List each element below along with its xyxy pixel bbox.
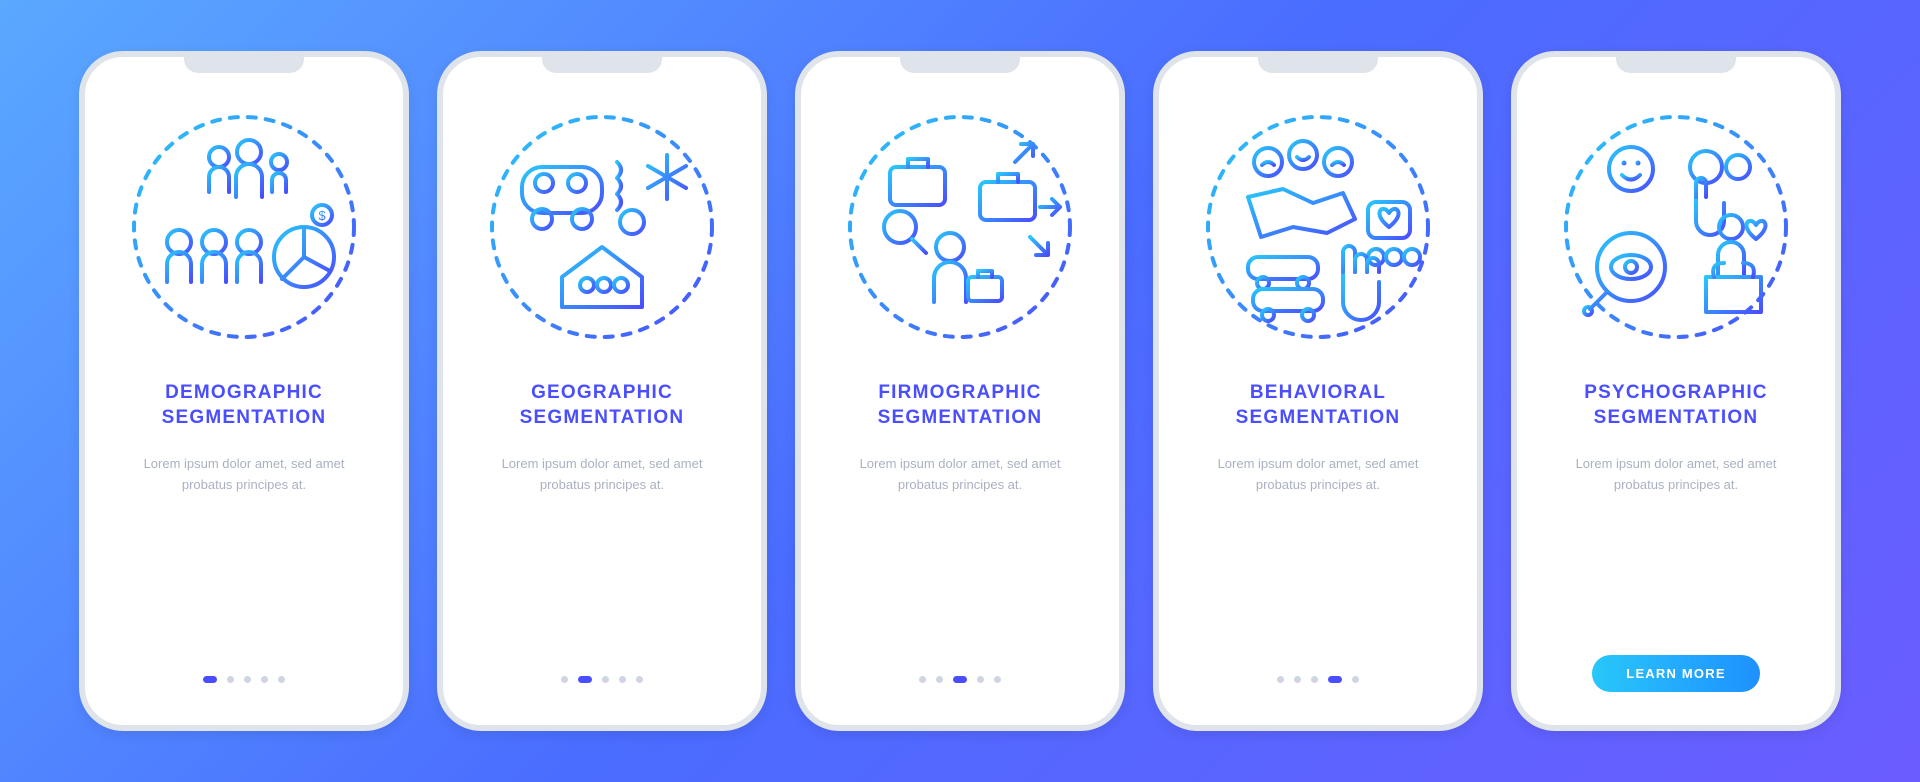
pagination-dot[interactable] [602, 676, 609, 683]
phone-notch [900, 51, 1020, 73]
learn-more-button[interactable]: LEARN MORE [1592, 655, 1759, 692]
pagination-dots [203, 676, 285, 683]
pagination-dot[interactable] [278, 676, 285, 683]
pagination-dot[interactable] [977, 676, 984, 683]
onboarding-screen: PSYCHOGRAPHIC SEGMENTATION Lorem ipsum do… [1511, 51, 1841, 731]
pagination-dots [919, 676, 1001, 683]
screen-description: Lorem ipsum dolor amet, sed amet probatu… [487, 454, 717, 496]
onboarding-screen: $ DEMOGRAPHIC SEGMENTATION Lorem ipsum do… [79, 51, 409, 731]
behavioral-icon [1198, 107, 1438, 347]
pagination-dot[interactable] [636, 676, 643, 683]
pagination-dot[interactable] [619, 676, 626, 683]
pagination-dot[interactable] [1352, 676, 1359, 683]
screen-description: Lorem ipsum dolor amet, sed amet probatu… [129, 454, 359, 496]
demographic-icon: $ [124, 107, 364, 347]
phone-notch [1616, 51, 1736, 73]
pagination-dot[interactable] [1294, 676, 1301, 683]
pagination-dots [1277, 676, 1359, 683]
phone-notch [1258, 51, 1378, 73]
geographic-icon [482, 107, 722, 347]
pagination-dot-active[interactable] [953, 676, 967, 683]
screen-title: FIRMOGRAPHIC SEGMENTATION [878, 381, 1043, 430]
screen-title: DEMOGRAPHIC SEGMENTATION [162, 381, 327, 430]
pagination-dot[interactable] [1311, 676, 1318, 683]
pagination-dot[interactable] [936, 676, 943, 683]
pagination-dot[interactable] [994, 676, 1001, 683]
phone-notch [184, 51, 304, 73]
screen-description: Lorem ipsum dolor amet, sed amet probatu… [1561, 454, 1791, 496]
firmographic-icon [840, 107, 1080, 347]
pagination-dot-active[interactable] [1328, 676, 1342, 683]
pagination-dot[interactable] [244, 676, 251, 683]
pagination-dot[interactable] [561, 676, 568, 683]
pagination-dots [561, 676, 643, 683]
pagination-dot-active[interactable] [578, 676, 592, 683]
screen-description: Lorem ipsum dolor amet, sed amet probatu… [1203, 454, 1433, 496]
screen-title: GEOGRAPHIC SEGMENTATION [520, 381, 685, 430]
psychographic-icon [1556, 107, 1796, 347]
onboarding-screen: BEHAVIORAL SEGMENTATION Lorem ipsum dolor… [1153, 51, 1483, 731]
onboarding-screens-row: $ DEMOGRAPHIC SEGMENTATION Lorem ipsum do… [79, 51, 1841, 731]
pagination-dot[interactable] [919, 676, 926, 683]
pagination-dot-active[interactable] [203, 676, 217, 683]
phone-notch [542, 51, 662, 73]
pagination-dot[interactable] [261, 676, 268, 683]
pagination-dot[interactable] [227, 676, 234, 683]
onboarding-screen: GEOGRAPHIC SEGMENTATION Lorem ipsum dolor… [437, 51, 767, 731]
screen-title: PSYCHOGRAPHIC SEGMENTATION [1584, 381, 1767, 430]
screen-title: BEHAVIORAL SEGMENTATION [1236, 381, 1401, 430]
onboarding-screen: FIRMOGRAPHIC SEGMENTATION Lorem ipsum dol… [795, 51, 1125, 731]
svg-text:$: $ [318, 208, 326, 223]
pagination-dot[interactable] [1277, 676, 1284, 683]
screen-description: Lorem ipsum dolor amet, sed amet probatu… [845, 454, 1075, 496]
